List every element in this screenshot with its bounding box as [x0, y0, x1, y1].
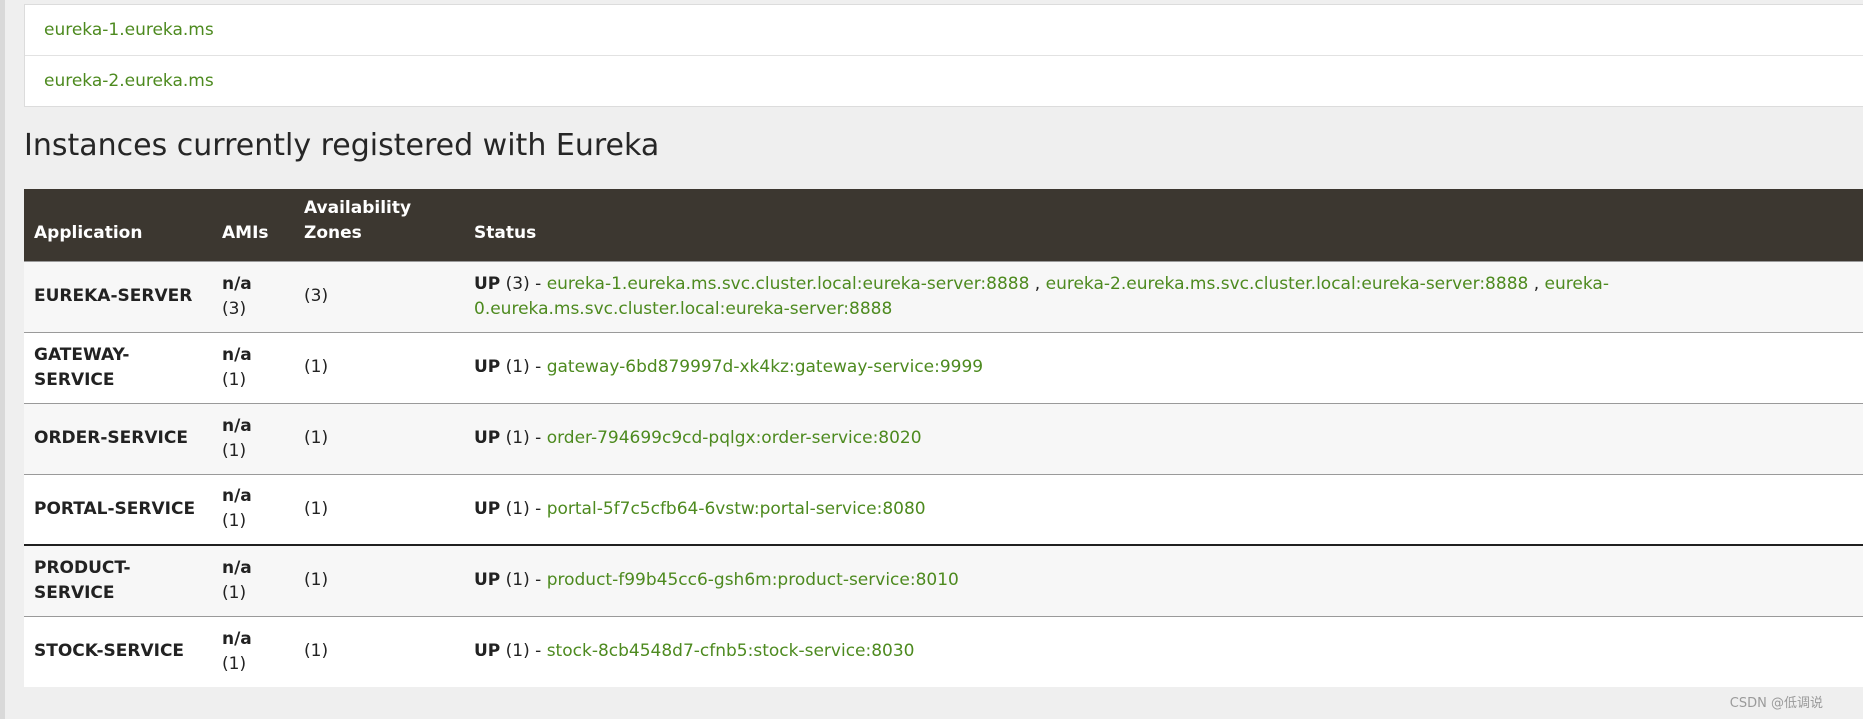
- amis-count: (1): [222, 440, 247, 461]
- header-availability-zones: Availability Zones: [304, 197, 412, 243]
- status-count: (1) -: [505, 570, 542, 591]
- status-cell: UP (1) - product-f99b45cc6-gsh6m:product…: [456, 545, 1863, 616]
- application-name: GATEWAY-SERVICE: [34, 344, 130, 390]
- application-name: EUREKA-SERVER: [34, 286, 193, 306]
- availability-zones-count: (1): [304, 428, 329, 448]
- table-row: GATEWAY-SERVICE n/a (1) (1) UP (1) - gateway…: [24, 332, 1863, 403]
- instance-link[interactable]: eureka-2.eureka.ms.svc.cluster.local:eur…: [1046, 274, 1529, 294]
- instance-link[interactable]: order-794699c9cd-pqlgx:order-service:802…: [547, 428, 922, 448]
- amis-cell: n/a (1): [208, 545, 284, 616]
- availability-zones-count: (1): [304, 498, 329, 519]
- application-name: PRODUCT-SERVICE: [34, 557, 131, 603]
- status-cell: UP (1) - stock-8cb4548d7-cfnb5:stock-ser…: [456, 616, 1863, 687]
- watermark: CSDN @低调说: [1729, 696, 1823, 711]
- status-cell: UP (1) - portal-5f7c5cfb64-6vstw:portal-…: [456, 474, 1863, 545]
- status-up-label: UP: [474, 428, 501, 448]
- instance-separator: ,: [1029, 273, 1046, 294]
- table-row: ORDER-SERVICE n/a (1) (1) UP (1) - order-794…: [24, 403, 1863, 474]
- application-name: STOCK-SERVICE: [34, 641, 185, 662]
- availability-zones-count: (1): [304, 570, 329, 591]
- status-up-label: UP: [474, 357, 501, 377]
- availability-zones-count: (1): [304, 357, 329, 377]
- instances-table-wrapper: Application AMIs Availability Zones Stat…: [24, 189, 1863, 687]
- application-name: PORTAL-SERVICE: [34, 498, 196, 519]
- instance-link[interactable]: product-f99b45cc6-gsh6m:product-service:…: [547, 570, 959, 590]
- table-header-row: Application AMIs Availability Zones Stat…: [24, 189, 1863, 261]
- replica-link[interactable]: eureka-2.eureka.ms: [44, 71, 214, 91]
- status-cell: UP (3) - eureka-1.eureka.ms.svc.cluster.…: [456, 261, 1863, 332]
- replica-row: eureka-2.eureka.ms: [25, 56, 1863, 106]
- next-section-heading-partial: [24, 708, 204, 719]
- replica-row: eureka-1.eureka.ms: [25, 5, 1863, 56]
- amis-count: (1): [222, 582, 247, 603]
- status-count: (1) -: [505, 428, 542, 448]
- amis-cell: n/a (1): [208, 403, 284, 474]
- status-up-label: UP: [474, 273, 501, 294]
- table-row: PRODUCT-SERVICE n/a (1) (1) UP (1) - product…: [24, 545, 1863, 616]
- replica-link[interactable]: eureka-1.eureka.ms: [44, 20, 214, 40]
- availability-zones-count: (1): [304, 641, 329, 662]
- status-count: (3) -: [505, 273, 542, 294]
- amis-label: n/a: [222, 273, 252, 294]
- ds-replicas-list: eureka-1.eureka.ms eureka-2.eureka.ms: [24, 4, 1863, 107]
- instance-separator: ,: [1528, 273, 1545, 294]
- instances-table-body: EUREKA-SERVER n/a (3) (3) UP (3) - eureka-1.…: [24, 261, 1863, 687]
- table-row: EUREKA-SERVER n/a (3) (3) UP (3) - eureka-1.…: [24, 261, 1863, 332]
- table-row: PORTAL-SERVICE n/a (1) (1) UP (1) - portal-5…: [24, 474, 1863, 545]
- amis-count: (1): [222, 511, 247, 532]
- status-count: (1) -: [505, 641, 542, 662]
- amis-count: (1): [222, 653, 247, 674]
- amis-cell: n/a (1): [208, 616, 284, 687]
- instance-link[interactable]: gateway-6bd879997d-xk4kz:gateway-service…: [547, 357, 983, 377]
- amis-label: n/a: [222, 486, 252, 507]
- header-application: Application: [34, 222, 143, 243]
- header-amis: AMIs: [222, 222, 269, 243]
- table-row: STOCK-SERVICE n/a (1) (1) UP (1) - stock-8cb…: [24, 616, 1863, 687]
- amis-label: n/a: [222, 415, 252, 436]
- status-up-label: UP: [474, 498, 501, 519]
- status-up-label: UP: [474, 641, 501, 662]
- header-status: Status: [474, 222, 537, 243]
- application-name: ORDER-SERVICE: [34, 428, 188, 448]
- status-cell: UP (1) - gateway-6bd879997d-xk4kz:gatewa…: [456, 332, 1863, 403]
- status-cell: UP (1) - order-794699c9cd-pqlgx:order-se…: [456, 403, 1863, 474]
- instance-link[interactable]: portal-5f7c5cfb64-6vstw:portal-service:8…: [547, 499, 926, 519]
- window-left-border: [0, 0, 5, 719]
- amis-count: (1): [222, 369, 247, 390]
- instances-table: Application AMIs Availability Zones Stat…: [24, 189, 1863, 687]
- instances-heading: Instances currently registered with Eure…: [24, 128, 660, 163]
- status-count: (1) -: [505, 357, 542, 377]
- amis-cell: n/a (1): [208, 474, 284, 545]
- amis-cell: n/a (1): [208, 332, 284, 403]
- amis-label: n/a: [222, 557, 252, 578]
- status-count: (1) -: [505, 498, 542, 519]
- amis-cell: n/a (3): [208, 261, 284, 332]
- amis-count: (3): [222, 298, 247, 319]
- instance-link[interactable]: eureka-1.eureka.ms.svc.cluster.local:eur…: [547, 274, 1030, 294]
- status-up-label: UP: [474, 570, 501, 591]
- availability-zones-count: (3): [304, 286, 329, 306]
- amis-label: n/a: [222, 344, 252, 365]
- amis-label: n/a: [222, 628, 252, 649]
- instance-link[interactable]: stock-8cb4548d7-cfnb5:stock-service:8030: [547, 641, 915, 661]
